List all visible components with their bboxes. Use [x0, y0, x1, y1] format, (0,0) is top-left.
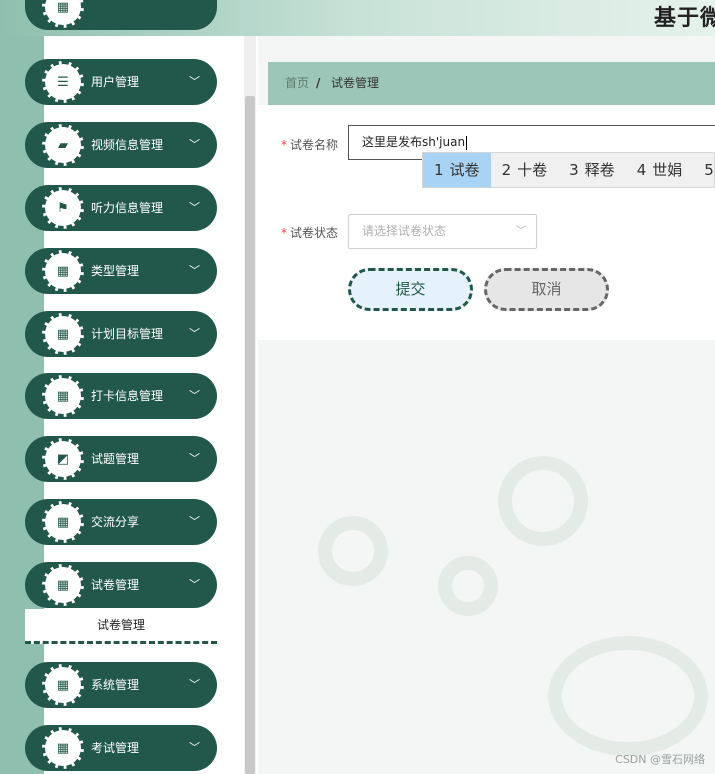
- sidebar-item-system[interactable]: ▦ 系统管理 ﹀: [25, 662, 217, 708]
- sidebar-item-partial[interactable]: ▦: [25, 0, 217, 30]
- sidebar-item-label: 计划目标管理: [91, 327, 164, 341]
- sidebar-item-questions[interactable]: ◩ 试题管理 ﹀: [25, 436, 217, 482]
- required-mark: *: [281, 138, 287, 152]
- chevron-down-icon: ﹀: [516, 226, 526, 237]
- grid-icon: ▦: [42, 501, 84, 543]
- chevron-down-icon: ﹀: [189, 678, 200, 691]
- chevron-down-icon: ﹀: [189, 327, 200, 340]
- sidebar-item-label: 试题管理: [91, 452, 140, 466]
- breadcrumb: 首页 / 试卷管理: [268, 62, 715, 105]
- submit-button[interactable]: 提交: [348, 268, 473, 311]
- sidebar-item-plans[interactable]: ▦ 计划目标管理 ﹀: [25, 311, 217, 357]
- grid-icon: ▦: [42, 375, 84, 417]
- paper-status-label: * 试卷状态: [281, 224, 338, 241]
- grid-icon: ▦: [42, 0, 84, 28]
- app-title: 基于微: [653, 6, 715, 31]
- flag-icon: ⚑: [42, 187, 84, 229]
- chevron-down-icon: ﹀: [189, 741, 200, 754]
- breadcrumb-current: 试卷管理: [331, 76, 380, 90]
- chevron-down-icon: ﹀: [189, 75, 200, 88]
- video-icon: ▰: [42, 124, 84, 166]
- paper-status-select[interactable]: 请选择试卷状态 ﹀: [348, 214, 537, 249]
- breadcrumb-separator: /: [316, 76, 321, 90]
- sidebar-item-label: 系统管理: [91, 678, 140, 692]
- chevron-down-icon: ﹀: [189, 389, 200, 402]
- submenu-item-label: 试卷管理: [97, 618, 146, 632]
- paper-status-placeholder: 请选择试卷状态: [362, 224, 447, 238]
- background-decoration: [498, 456, 588, 546]
- ime-candidate-bar: 1 试卷 2 十卷 3 释卷 4 世娟 5: [422, 152, 715, 188]
- ime-candidate[interactable]: 2 十卷: [491, 153, 559, 187]
- chevron-down-icon: ﹀: [189, 452, 200, 465]
- sidebar-item-label: 类型管理: [91, 264, 140, 278]
- sidebar-item-exams[interactable]: ▦ 考试管理 ﹀: [25, 725, 217, 771]
- background-decoration: [318, 516, 388, 586]
- sidebar-item-papers[interactable]: ▦ 试卷管理 ﹀: [25, 562, 217, 608]
- paper-name-label: * 试卷名称: [281, 136, 338, 153]
- grid-icon: ▦: [42, 250, 84, 292]
- grid-icon: ▦: [42, 313, 84, 355]
- sidebar-item-label: 用户管理: [91, 75, 140, 89]
- chevron-down-icon: ﹀: [189, 578, 200, 591]
- chevron-down-icon: ﹀: [189, 264, 200, 277]
- sidebar-item-label: 听力信息管理: [91, 201, 164, 215]
- watermark: CSDN @雪石网络: [615, 753, 705, 766]
- list-icon: ☰: [42, 61, 84, 103]
- scrollbar-thumb[interactable]: [245, 96, 255, 774]
- paper-name-label-text: 试卷名称: [290, 138, 339, 152]
- ime-candidate[interactable]: 5: [693, 153, 714, 187]
- sidebar-item-video[interactable]: ▰ 视频信息管理 ﹀: [25, 122, 217, 168]
- sidebar-scrollbar[interactable]: [244, 36, 256, 774]
- chart-icon: ◩: [42, 438, 84, 480]
- text-caret: [466, 135, 468, 150]
- chevron-down-icon: ﹀: [189, 201, 200, 214]
- grid-icon: ▦: [42, 664, 84, 706]
- sidebar-item-label: 打卡信息管理: [91, 389, 164, 403]
- required-mark: *: [281, 226, 287, 240]
- ime-candidate[interactable]: 1 试卷: [423, 153, 491, 187]
- sidebar-item-label: 交流分享: [91, 515, 140, 529]
- sidebar-item-types[interactable]: ▦ 类型管理 ﹀: [25, 248, 217, 294]
- ime-candidate[interactable]: 4 世娟: [626, 153, 694, 187]
- sidebar-item-label: 考试管理: [91, 741, 140, 755]
- sidebar-item-listening[interactable]: ⚑ 听力信息管理 ﹀: [25, 185, 217, 231]
- ime-candidate[interactable]: 3 释卷: [558, 153, 626, 187]
- grid-icon: ▦: [42, 727, 84, 769]
- background-decoration: [438, 556, 498, 616]
- sidebar-item-label: 视频信息管理: [91, 138, 164, 152]
- chevron-down-icon: ﹀: [189, 138, 200, 151]
- submenu-item-papers[interactable]: 试卷管理: [25, 609, 217, 644]
- cancel-button[interactable]: 取消: [484, 268, 609, 311]
- paper-name-value: 这里是发布sh'juan: [362, 135, 466, 149]
- sidebar-item-label: 试卷管理: [91, 578, 140, 592]
- breadcrumb-home[interactable]: 首页: [285, 62, 309, 105]
- grid-icon: ▦: [42, 564, 84, 606]
- sidebar-item-users[interactable]: ☰ 用户管理 ﹀: [25, 59, 217, 105]
- sidebar-item-share[interactable]: ▦ 交流分享 ﹀: [25, 499, 217, 545]
- paper-status-label-text: 试卷状态: [290, 226, 339, 240]
- chevron-down-icon: ﹀: [189, 515, 200, 528]
- background-decoration: [548, 636, 708, 756]
- sidebar-item-checkin[interactable]: ▦ 打卡信息管理 ﹀: [25, 373, 217, 419]
